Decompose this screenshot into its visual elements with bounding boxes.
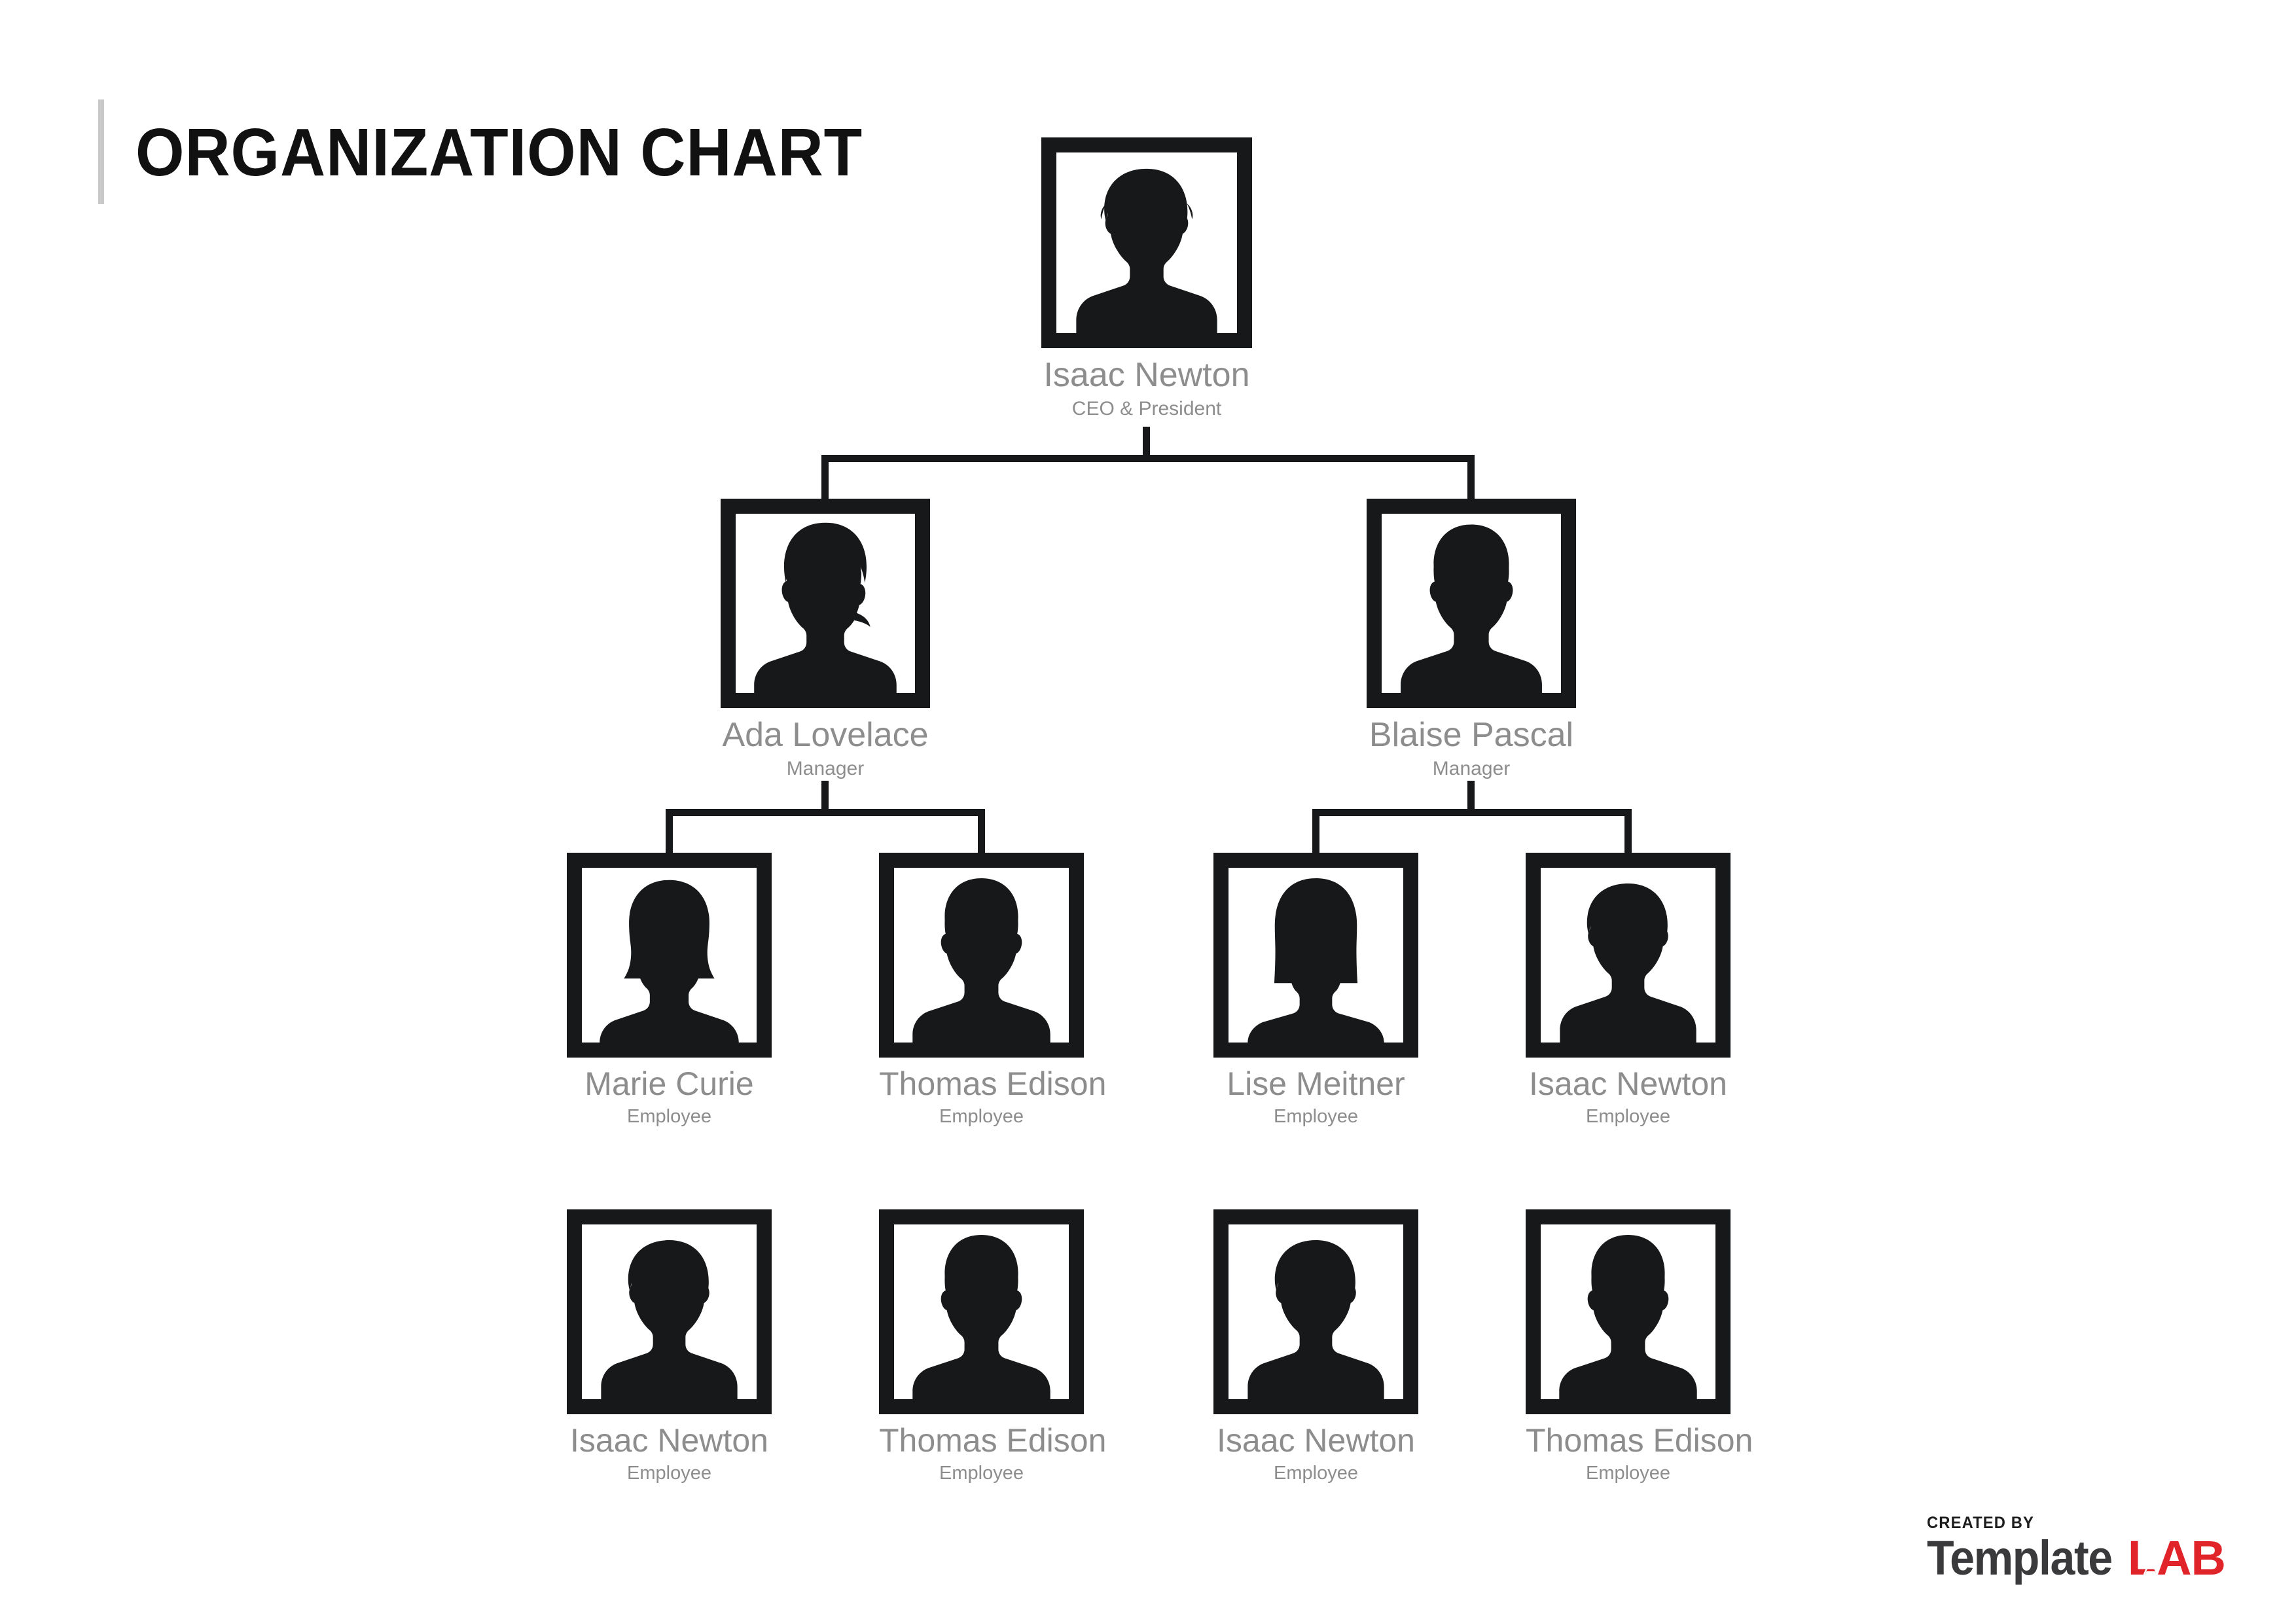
connector-mgr1-to-emp2 <box>978 809 985 853</box>
avatar-frame <box>1367 499 1576 708</box>
avatar-frame <box>567 1209 772 1414</box>
connector-ceo-stem <box>1143 427 1150 458</box>
logo-lab-wrap: LAB <box>2128 1534 2226 1582</box>
org-node-employee-4[interactable]: Isaac Newton Employee <box>1526 853 1731 1126</box>
node-name: Isaac Newton <box>570 1422 768 1459</box>
avatar-frame <box>1213 853 1418 1058</box>
logo-created-by-label: CREATED BY <box>1926 1514 2034 1532</box>
org-node-employee-1[interactable]: Marie Curie Employee <box>567 853 772 1126</box>
connector-mgr2-stem <box>1467 781 1475 812</box>
node-name: Ada Lovelace <box>722 716 929 754</box>
org-node-manager-1[interactable]: Ada Lovelace Manager <box>720 499 931 779</box>
connector-mgr2-bar <box>1312 809 1632 816</box>
org-node-employee-6[interactable]: Thomas Edison Employee <box>879 1209 1107 1484</box>
avatar-frame <box>1041 137 1252 348</box>
flask-icon <box>2143 1556 2159 1578</box>
node-role: Employee <box>939 1462 1024 1484</box>
node-name: Thomas Edison <box>879 1065 1107 1102</box>
node-role: Manager <box>1432 757 1511 779</box>
connector-ceo-to-mgr1 <box>821 455 829 499</box>
node-name: Blaise Pascal <box>1369 716 1574 754</box>
female-bob-hair-silhouette-icon <box>600 880 739 1043</box>
female-long-hair-silhouette-icon <box>1247 878 1384 1043</box>
node-name: Isaac Newton <box>1529 1065 1727 1102</box>
node-name: Marie Curie <box>584 1065 754 1102</box>
connector-mgr2-to-emp4 <box>1624 809 1632 853</box>
connector-ceo-to-mgr2 <box>1467 455 1475 499</box>
node-role: Employee <box>939 1105 1024 1127</box>
avatar-frame <box>567 853 772 1058</box>
connector-mgr1-bar <box>666 809 985 816</box>
node-name: Thomas Edison <box>879 1422 1107 1459</box>
org-node-employee-5[interactable]: Isaac Newton Employee <box>567 1209 772 1483</box>
node-role: Employee <box>1586 1462 1670 1484</box>
org-node-employee-8[interactable]: Thomas Edison Employee <box>1526 1209 1753 1484</box>
templatelab-logo: CREATED BY Template LAB <box>1926 1514 2226 1585</box>
male-curly-hair-silhouette-icon <box>601 1240 738 1399</box>
male-curly-hair-silhouette-icon <box>1560 883 1696 1043</box>
female-ponytail-silhouette-icon <box>754 522 897 693</box>
organization-chart: Isaac Newton CEO & President Ada Lovelac… <box>0 0 2296 1623</box>
node-name: Lise Meitner <box>1227 1065 1405 1102</box>
org-node-ceo[interactable]: Isaac Newton CEO & President <box>1041 137 1253 419</box>
org-node-employee-3[interactable]: Lise Meitner Employee <box>1213 853 1418 1126</box>
node-name: Isaac Newton <box>1043 356 1250 394</box>
node-role: Employee <box>1274 1462 1358 1484</box>
avatar-frame <box>721 499 930 708</box>
male-curly-hair-silhouette-icon <box>1076 168 1217 333</box>
org-node-employee-2[interactable]: Thomas Edison Employee <box>879 853 1107 1127</box>
connector-mgr1-to-emp1 <box>666 809 673 853</box>
avatar-frame <box>879 1209 1084 1414</box>
male-short-hair-silhouette-icon <box>912 1235 1050 1399</box>
avatar-frame <box>1526 853 1731 1058</box>
male-curly-hair-silhouette-icon <box>1247 1240 1384 1399</box>
male-short-hair-silhouette-icon <box>1559 1235 1697 1399</box>
node-role: Manager <box>786 757 865 779</box>
node-role: Employee <box>627 1105 711 1127</box>
avatar-frame <box>1526 1209 1731 1414</box>
avatar-frame <box>1213 1209 1418 1414</box>
male-short-hair-silhouette-icon <box>912 878 1050 1043</box>
male-short-hair-silhouette-icon <box>1401 524 1542 693</box>
avatar-frame <box>879 853 1084 1058</box>
node-name: Isaac Newton <box>1217 1422 1415 1459</box>
node-role: Employee <box>1274 1105 1358 1127</box>
org-node-employee-7[interactable]: Isaac Newton Employee <box>1213 1209 1418 1483</box>
node-role: CEO & President <box>1071 397 1222 419</box>
node-name: Thomas Edison <box>1526 1422 1753 1459</box>
node-role: Employee <box>627 1462 711 1484</box>
logo-wordmark: Template LAB <box>1926 1531 2226 1585</box>
org-node-manager-2[interactable]: Blaise Pascal Manager <box>1366 499 1577 779</box>
connector-ceo-bar <box>821 455 1475 462</box>
node-role: Employee <box>1586 1105 1670 1127</box>
connector-mgr2-to-emp3 <box>1312 809 1319 853</box>
connector-mgr1-stem <box>821 781 829 812</box>
logo-template-text: Template <box>1926 1531 2113 1585</box>
